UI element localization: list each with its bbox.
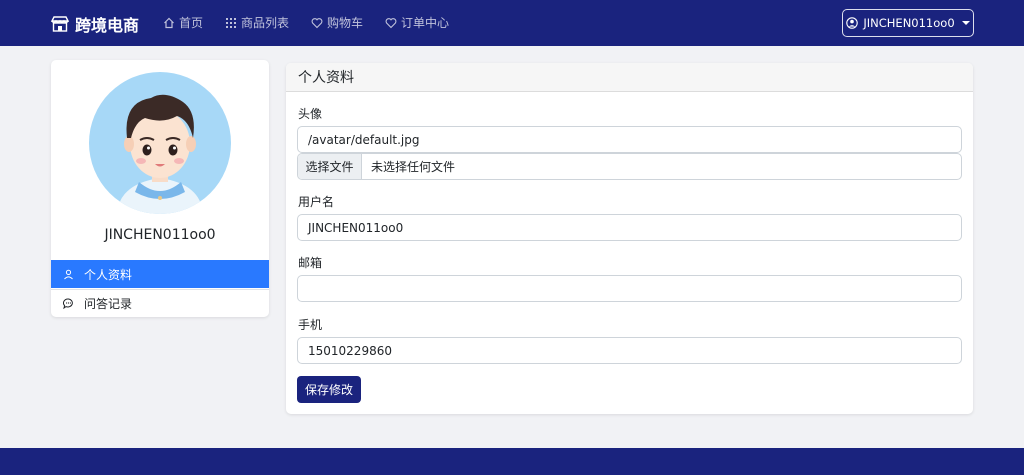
email-field[interactable]	[297, 275, 962, 302]
user-menu-button[interactable]: JINCHEN011oo0	[842, 9, 974, 37]
store-icon	[51, 16, 69, 32]
panel-title: 个人资料	[286, 63, 973, 92]
avatar	[89, 72, 231, 214]
sidebar-item-label: 问答记录	[84, 297, 133, 311]
grid-icon	[226, 17, 237, 28]
person-icon	[64, 269, 73, 279]
sidebar-item-label: 个人资料	[84, 267, 133, 282]
email-label: 邮箱	[298, 256, 323, 270]
phone-field[interactable]: 15010229860	[297, 337, 962, 364]
phone-label: 手机	[298, 318, 323, 332]
nav-home-label: 首页	[179, 16, 204, 30]
save-button[interactable]: 保存修改	[297, 376, 361, 403]
user-menu-label: JINCHEN011oo0	[863, 16, 955, 30]
chevron-down-icon	[961, 21, 970, 25]
nav-products-label: 商品列表	[241, 16, 290, 30]
home-icon	[164, 17, 174, 28]
username-field[interactable]: JINCHEN011oo0	[297, 214, 962, 241]
nav-links: 首页 商品列表 购物车 订单中心	[163, 14, 471, 31]
footer-bar	[0, 448, 1024, 475]
avatar-file-input[interactable]: 选择文件 未选择任何文件	[297, 153, 962, 180]
username-label: 用户名	[298, 195, 335, 209]
avatar-path-field[interactable]: /avatar/default.jpg	[297, 126, 962, 153]
chat-icon	[63, 298, 73, 309]
file-status: 未选择任何文件	[371, 160, 456, 174]
brand-name: 跨境电商	[75, 16, 140, 35]
nav-orders[interactable]: 订单中心	[385, 14, 449, 31]
top-navbar: 跨境电商 首页 商品列表 购物车 订单中心 JINCHEN011oo0	[0, 0, 1024, 46]
nav-orders-label: 订单中心	[401, 16, 450, 30]
profile-panel: 个人资料 头像 /avatar/default.jpg 选择文件 未选择任何文件…	[286, 63, 973, 414]
heart-icon	[385, 17, 397, 28]
heart-icon	[311, 17, 323, 28]
user-circle-icon	[846, 17, 859, 29]
sidebar-item-qa-history[interactable]: 问答记录	[51, 289, 269, 317]
sidebar-item-profile[interactable]: 个人资料	[51, 260, 269, 288]
choose-file-button[interactable]: 选择文件	[298, 154, 362, 179]
nav-cart-label: 购物车	[327, 16, 364, 30]
avatar-illustration	[89, 72, 231, 214]
profile-sidebar: JINCHEN011oo0 个人资料 问答记录	[51, 60, 269, 317]
profile-username: JINCHEN011oo0	[104, 227, 216, 243]
avatar-label: 头像	[298, 107, 323, 121]
nav-products[interactable]: 商品列表	[225, 14, 289, 31]
nav-home[interactable]: 首页	[163, 14, 203, 31]
brand-logo[interactable]: 跨境电商	[51, 12, 139, 36]
nav-cart[interactable]: 购物车	[311, 14, 363, 31]
